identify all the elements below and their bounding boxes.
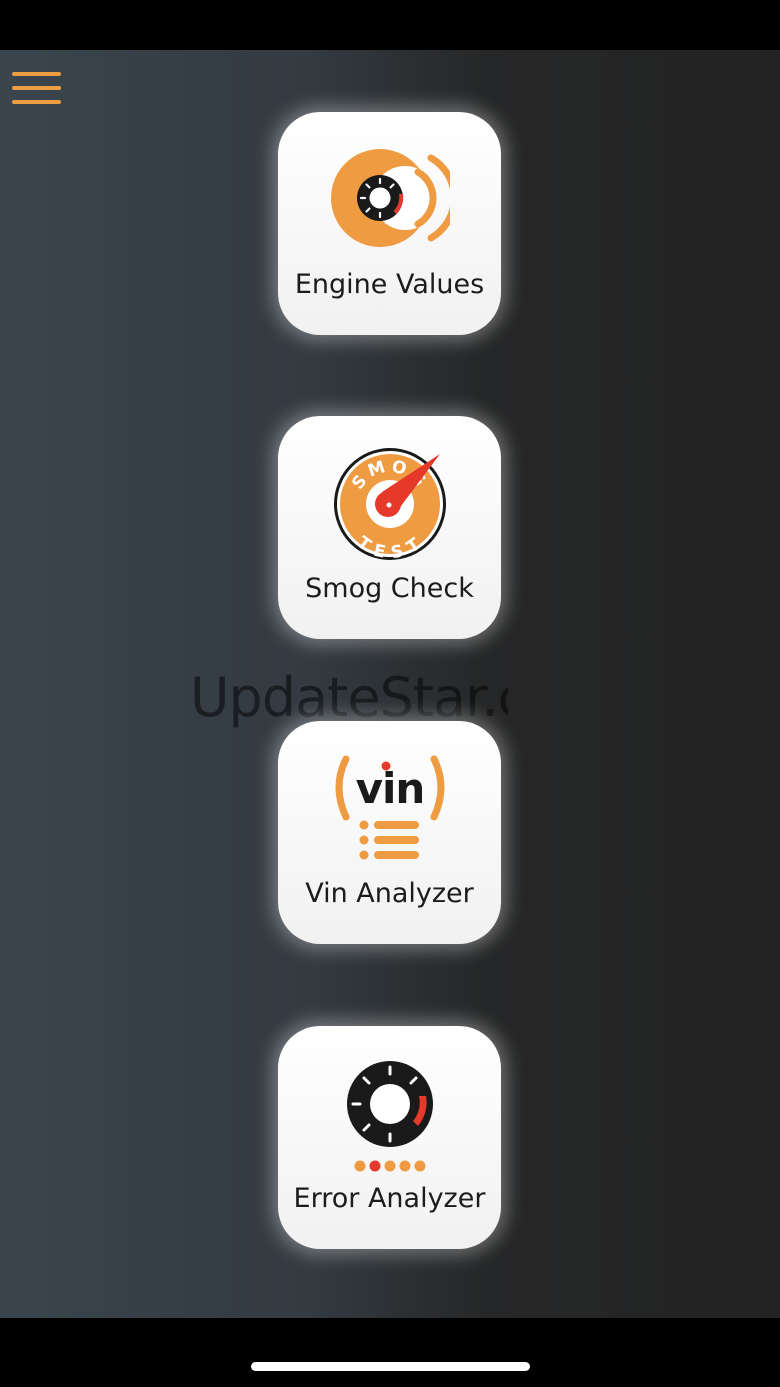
error-analyzer-icon	[346, 1061, 433, 1172]
menu-bar-line	[12, 86, 61, 90]
home-indicator-area	[0, 1318, 780, 1387]
status-bar	[0, 0, 780, 50]
vin-text: vin	[355, 764, 424, 813]
vin-analyzer-label: Vin Analyzer	[305, 878, 474, 909]
smog-check-button[interactable]: SMOG TEST Smog Check	[278, 416, 501, 639]
engine-values-label: Engine Values	[294, 269, 485, 300]
menu-bar-line	[12, 100, 61, 104]
engine-values-button[interactable]: Engine Values	[278, 112, 501, 335]
home-indicator[interactable]	[251, 1362, 530, 1371]
engine-values-icon	[330, 149, 450, 247]
hamburger-menu-button[interactable]	[12, 60, 62, 104]
vin-analyzer-button[interactable]: vin Vin Analyzer	[278, 721, 501, 944]
main-screen: UpdateStar.com Engine Values	[0, 50, 780, 1318]
vin-analyzer-icon: vin	[335, 755, 444, 860]
smog-test-icon: SMOG TEST	[333, 448, 446, 560]
error-analyzer-label: Error Analyzer	[293, 1183, 486, 1214]
menu-bar-line	[12, 72, 61, 76]
error-analyzer-button[interactable]: Error Analyzer	[278, 1026, 501, 1249]
smog-check-label: Smog Check	[305, 573, 474, 604]
